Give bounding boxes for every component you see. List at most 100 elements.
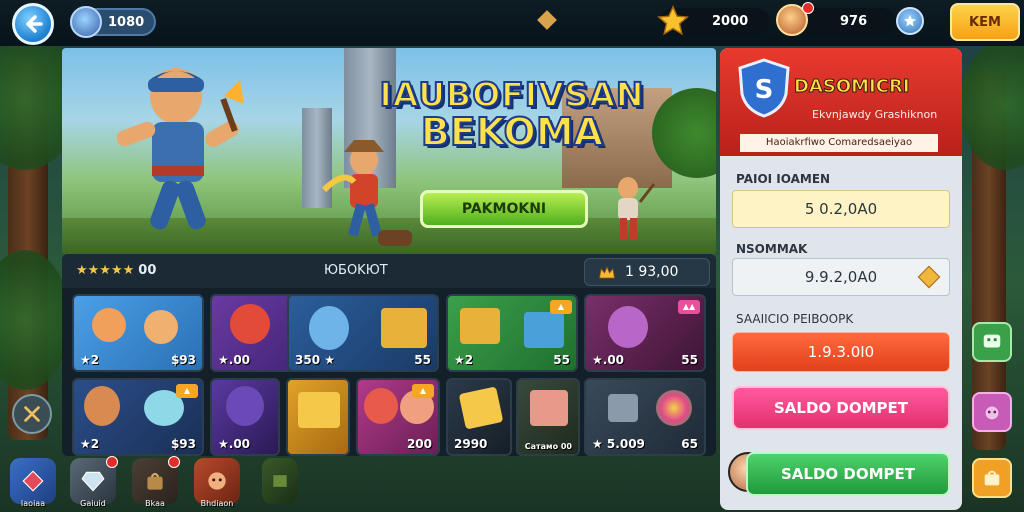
svg-text:S: S xyxy=(755,75,774,105)
card-chest-art xyxy=(458,386,504,430)
card-price: 55 xyxy=(553,353,570,367)
pet-icon[interactable] xyxy=(972,392,1012,432)
shop-card[interactable]: ▲ ★2 55 xyxy=(446,294,578,372)
rating-stars-glyphs: ★★★★★ xyxy=(76,263,135,278)
shop-card[interactable]: ▲ ★2 $93 xyxy=(72,378,204,456)
card-hero-art xyxy=(608,306,648,348)
player-currency: 1080 xyxy=(70,6,156,38)
chat-icon[interactable] xyxy=(972,322,1012,362)
top-bar: 1080 2000 976 KEM xyxy=(0,0,1024,46)
card-chest-art xyxy=(460,308,500,344)
card-left-label: 350 ★ xyxy=(295,353,335,367)
field2-label: NSOMMAK xyxy=(736,242,808,256)
rating-stars: ★★★★★ 00 xyxy=(76,263,156,278)
card-left-label: ★2 xyxy=(80,353,100,367)
shop-card[interactable]: 2990 xyxy=(446,378,512,456)
shop-card[interactable]: ★.00 xyxy=(210,378,280,456)
card-price: 200 xyxy=(406,437,432,451)
wallet-strip: Haoiakrfiwo Comaredsaeiyao xyxy=(740,134,938,152)
shield-icon: S xyxy=(738,58,790,118)
field1-label: PAIOI IOAMEN xyxy=(736,172,831,186)
nav-label: Bhdiaon xyxy=(200,499,234,508)
bg-foliage-right xyxy=(960,40,1024,170)
gem-icon xyxy=(917,265,941,289)
shop-card[interactable]: 350 ★ 55 xyxy=(287,294,439,372)
card-price: 65 xyxy=(681,437,698,451)
player-avatar[interactable] xyxy=(70,6,102,38)
card-hero-art-2 xyxy=(144,310,178,344)
card-price: Сатамо 00 xyxy=(524,442,572,451)
card-left-label: ★.00 xyxy=(592,353,625,367)
rating-count: 00 xyxy=(138,263,157,278)
hero-currency: 976 xyxy=(776,2,896,36)
grid-title: ЮБOKЮТ xyxy=(324,263,388,278)
saldo-dompet-green-button[interactable]: SALDO DOMPET xyxy=(746,452,950,496)
card-price: 55 xyxy=(414,353,431,367)
banner-title-line1: IAUBOFIVSAN xyxy=(378,75,645,114)
card-hero-art xyxy=(92,308,126,342)
card-left-label: 2990 xyxy=(454,437,488,451)
gold-balance[interactable]: 1 93,00 xyxy=(584,258,710,286)
notification-dot xyxy=(106,456,118,468)
star-value: 2000 xyxy=(712,14,749,29)
card-badge: ▲ xyxy=(176,384,198,398)
star-small-icon xyxy=(904,15,916,27)
shop-bag-icon[interactable] xyxy=(972,458,1012,498)
shop-grid-panel: ★★★★★ 00 ЮБOKЮТ 1 93,00 ★2 $93 ★.00 350 ★… xyxy=(62,254,716,456)
box-icon xyxy=(273,475,287,487)
game-store-screen: 1080 2000 976 KEM IAUBOFIVSAN BEKOMA PAK… xyxy=(0,0,1024,512)
diamond-icon xyxy=(22,470,44,492)
balance-button[interactable]: 1.9.3.0I0 xyxy=(732,332,950,372)
card-left-label: ★2 xyxy=(80,437,100,451)
bag-icon xyxy=(147,472,163,490)
saldo-dompet-button[interactable]: SALDO DOMPET xyxy=(732,386,950,430)
bottom-nav: Iaoiaa Gaiuid Bkaa Bhdiaon xyxy=(0,456,716,512)
nav-label: Iaoiaa xyxy=(20,499,46,508)
card-hero-art xyxy=(230,304,270,344)
shop-card[interactable]: ▲▲ ★.00 55 xyxy=(584,294,706,372)
notification-dot xyxy=(802,2,814,14)
hero-value: 976 xyxy=(840,14,868,29)
add-currency-button[interactable] xyxy=(896,7,924,35)
banner-title: IAUBOFIVSAN BEKOMA xyxy=(372,75,652,152)
field3-label: SAAIICIO PEIBOOPK xyxy=(736,312,854,326)
hero-face-icon xyxy=(208,472,226,490)
player-value: 1080 xyxy=(108,15,145,30)
shop-card[interactable] xyxy=(286,378,350,456)
nav-item-bag[interactable]: Bkaa xyxy=(132,456,180,508)
field2-box[interactable]: 9.9.2,0A0 xyxy=(732,258,950,296)
shop-card[interactable]: ★ 5.009 65 xyxy=(584,378,706,456)
gold-crown-icon xyxy=(599,266,615,279)
wallet-header: S DASOMICRI Ekvnjawdy Grashiknon Haoiakr… xyxy=(720,48,962,156)
card-chest-art xyxy=(298,392,340,428)
card-price: $93 xyxy=(170,437,196,451)
nav-item-home[interactable]: Iaoiaa xyxy=(10,458,56,508)
gem-icon xyxy=(81,471,105,492)
card-ball-art xyxy=(656,390,692,426)
nav-item-extra[interactable] xyxy=(262,458,298,504)
nav-label: Bkaa xyxy=(145,499,165,508)
card-hero-art xyxy=(226,386,264,426)
tools-button[interactable] xyxy=(12,394,52,434)
promo-banner[interactable]: IAUBOFIVSAN BEKOMA PAKMOKNI xyxy=(62,48,716,254)
star-currency: 2000 xyxy=(657,5,770,36)
gem-icon xyxy=(537,10,557,30)
card-left-label: ★2 xyxy=(454,353,474,367)
notification-dot xyxy=(168,456,180,468)
back-button[interactable] xyxy=(12,3,54,45)
nav-label: Gaiuid xyxy=(80,499,106,508)
card-hero-art xyxy=(364,388,398,424)
shop-card[interactable]: ▲ 200 xyxy=(356,378,440,456)
banner-play-button[interactable]: PAKMOKNI xyxy=(420,190,588,228)
card-price: $93 xyxy=(170,353,196,367)
card-left-label: ★.00 xyxy=(218,437,251,451)
shop-card[interactable]: Сатамо 00 xyxy=(516,378,580,456)
menu-button[interactable]: KEM xyxy=(950,3,1020,41)
nav-item-gems[interactable]: Gaiuid xyxy=(70,456,118,508)
nav-item-heroes[interactable]: Bhdiaon xyxy=(194,458,240,508)
field1-value[interactable]: 5 0.2,0A0 xyxy=(732,190,950,228)
card-cube-art xyxy=(524,312,564,348)
wallet-subtitle: Ekvnjawdy Grashiknon xyxy=(812,108,938,121)
card-badge: ▲ xyxy=(550,300,572,314)
shop-card[interactable]: ★2 $93 xyxy=(72,294,204,372)
